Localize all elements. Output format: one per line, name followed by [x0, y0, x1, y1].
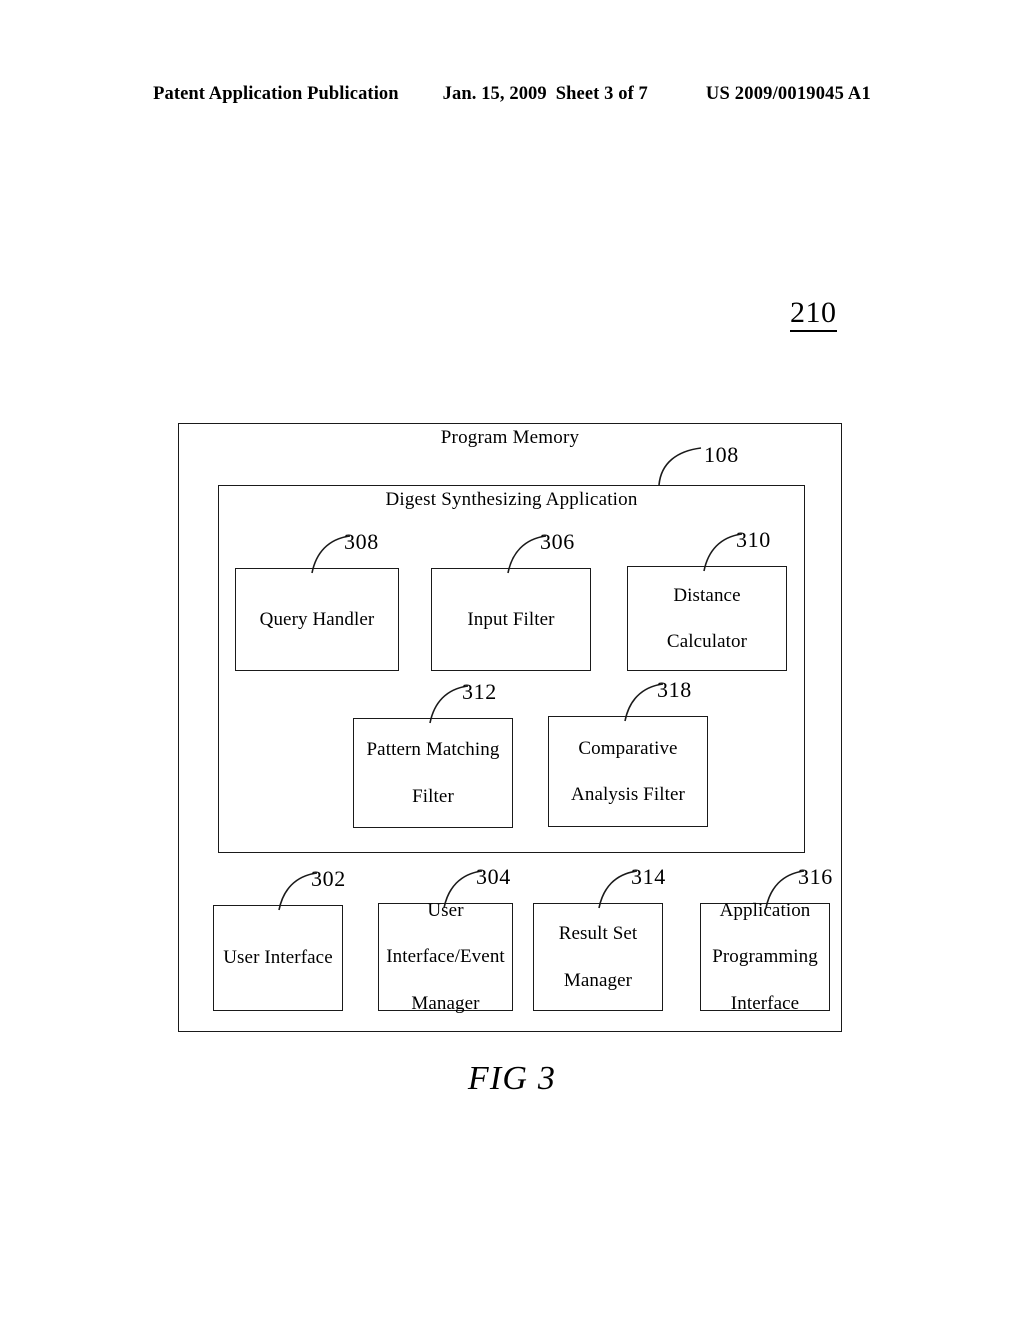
comparative-analysis-filter-label-line2: Analysis Filter: [571, 784, 685, 806]
callout-312: 312: [428, 679, 514, 727]
pattern-matching-filter-label: Pattern Matching Filter: [359, 738, 508, 808]
application-programming-interface-box: Application Programming Interface: [700, 900, 830, 1014]
distance-calculator-label-line2: Calculator: [666, 631, 748, 653]
result-set-manager-label-line1: Result Set: [558, 923, 638, 945]
user-interface-label: User Interface: [223, 947, 333, 969]
digest-synthesizing-application-title: Digest Synthesizing Application: [385, 489, 638, 510]
reference-number-316: 316: [798, 864, 833, 889]
reference-number-310: 310: [736, 527, 771, 552]
query-handler-label: Query Handler: [259, 608, 375, 630]
user-interface-event-manager-label: User Interface/Event Manager: [378, 899, 513, 1015]
reference-number-306: 306: [540, 529, 575, 554]
result-set-manager-label: Result Set Manager: [551, 922, 646, 992]
leader-line-108: [658, 447, 702, 486]
result-set-manager-label-line2: Manager: [563, 969, 633, 991]
reference-number-318: 318: [657, 677, 692, 702]
callout-108: 108: [657, 442, 777, 489]
reference-number-312: 312: [462, 679, 497, 704]
comparative-analysis-filter-label-line1: Comparative: [578, 737, 678, 759]
callout-308: 308: [310, 529, 396, 577]
comparative-analysis-filter-box: Comparative Analysis Filter: [548, 716, 708, 827]
input-filter-box: Input Filter: [431, 568, 591, 671]
reference-number-304: 304: [476, 864, 511, 889]
user-interface-event-manager-label-line2: Interface/Event: [386, 946, 505, 968]
user-interface-box: User Interface: [213, 905, 343, 1011]
application-programming-interface-label-line2: Programming: [712, 946, 818, 968]
callout-306: 306: [506, 529, 592, 577]
query-handler-box: Query Handler: [235, 568, 399, 671]
figure-3-diagram: Program Memory Digest Synthesizing Appli…: [0, 0, 1024, 1320]
application-programming-interface-label: Application Programming Interface: [704, 899, 826, 1015]
user-interface-event-manager-label-line3: Manager: [411, 992, 480, 1014]
reference-number-314: 314: [631, 864, 666, 889]
callout-316: 316: [764, 864, 850, 912]
result-set-manager-box: Result Set Manager: [533, 903, 663, 1011]
pattern-matching-filter-box: Pattern Matching Filter: [353, 718, 513, 828]
distance-calculator-label-line1: Distance: [673, 584, 741, 606]
reference-number-302: 302: [311, 866, 346, 891]
input-filter-label: Input Filter: [467, 608, 555, 630]
reference-number-108: 108: [704, 442, 739, 467]
callout-310: 310: [702, 527, 788, 575]
callout-314: 314: [597, 864, 683, 912]
reference-number-308: 308: [344, 529, 379, 554]
distance-calculator-box: Distance Calculator: [627, 566, 787, 671]
callout-302: 302: [277, 866, 363, 914]
callout-304: 304: [442, 864, 528, 912]
pattern-matching-filter-label-line1: Pattern Matching: [366, 739, 500, 761]
distance-calculator-label: Distance Calculator: [659, 584, 755, 654]
callout-318: 318: [623, 677, 709, 725]
application-programming-interface-label-line3: Interface: [730, 992, 800, 1014]
user-interface-event-manager-box: User Interface/Event Manager: [378, 900, 513, 1014]
pattern-matching-filter-label-line2: Filter: [412, 785, 454, 807]
comparative-analysis-filter-label: Comparative Analysis Filter: [563, 737, 693, 807]
figure-caption: FIG 3: [467, 1060, 557, 1097]
